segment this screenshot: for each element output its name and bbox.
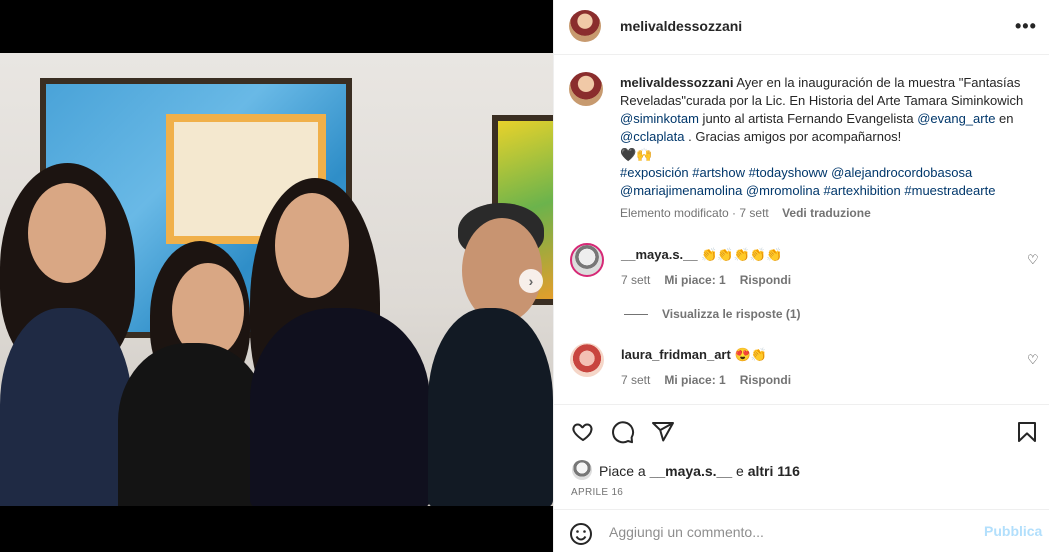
hashtag-link[interactable]: @alejandrocordobasosa (831, 165, 972, 180)
comment-username[interactable]: __maya.s.__ (621, 247, 698, 262)
comment-likes[interactable]: Mi piace: 1 (664, 373, 725, 387)
post-photo[interactable] (0, 53, 553, 506)
comment-1: __maya.s.__ 👏👏👏👏👏 (621, 247, 782, 263)
likes-mid: e (732, 463, 748, 479)
view-replies-label: Visualizza le risposte (1) (662, 307, 801, 321)
mention-link[interactable]: @siminkotam (620, 111, 699, 126)
author-username[interactable]: melivaldessozzani (620, 18, 742, 34)
caption-username[interactable]: melivaldessozzani (620, 75, 733, 90)
media-panel: › (0, 0, 553, 552)
hashtag-link[interactable]: #artexhibition (823, 183, 900, 198)
person-1-face (28, 183, 106, 283)
translate-link[interactable]: Vedi traduzione (782, 206, 871, 220)
hashtag-link[interactable]: #exposición (620, 165, 689, 180)
hashtags: #exposición #artshow #todayshoww @alejan… (620, 165, 995, 198)
emoji-icon[interactable] (569, 522, 595, 548)
chevron-right-icon: › (528, 273, 534, 289)
edited-label: Elemento modificato · 7 sett (620, 206, 769, 220)
likes-user[interactable]: __maya.s.__ (650, 463, 733, 479)
likes-summary[interactable]: Piace a __maya.s.__ e altri 116 (599, 463, 800, 479)
caption-text: junto al artista Fernando Evangelista (698, 111, 918, 126)
hashtag-link[interactable]: @mromolina (746, 183, 820, 198)
likes-prefix: Piace a (599, 463, 650, 479)
comment-like-heart-icon[interactable]: ♡ (1027, 252, 1039, 268)
carousel-next-button[interactable]: › (519, 269, 543, 293)
mention-link[interactable]: @cclaplata (620, 129, 685, 144)
comment-text: 😍👏 (734, 347, 767, 362)
liker-avatar[interactable] (572, 460, 592, 480)
reply-button[interactable]: Rispondi (740, 373, 791, 387)
hashtag-link[interactable]: @mariajimenamolina (620, 183, 742, 198)
caption-text: en (995, 111, 1014, 126)
person-3-face (275, 193, 349, 298)
share-send-icon[interactable] (650, 419, 676, 445)
comment-username[interactable]: laura_fridman_art (621, 347, 731, 362)
caption-meta: Elemento modificato · 7 sett Vedi traduz… (620, 206, 871, 220)
author-avatar[interactable] (569, 10, 601, 42)
comment-likes[interactable]: Mi piace: 1 (664, 273, 725, 287)
post-date[interactable]: APRILE 16 (571, 487, 623, 498)
more-options-icon[interactable]: ••• (1015, 16, 1037, 37)
likes-others[interactable]: altri 116 (748, 463, 800, 479)
mention-link[interactable]: @evang_arte (917, 111, 995, 126)
comment-input[interactable] (609, 521, 969, 543)
caption-avatar[interactable] (569, 72, 603, 106)
person-1 (0, 308, 132, 506)
instagram-post-modal: › melivaldessozzani ••• melivaldessozzan… (0, 0, 1049, 552)
comment-time[interactable]: 7 sett (621, 373, 650, 387)
post-header: melivaldessozzani ••• (554, 0, 1049, 55)
view-replies-button[interactable]: Visualizza le risposte (1) (624, 307, 801, 321)
hashtag-link[interactable]: #artshow (692, 165, 745, 180)
caption-text: . Gracias amigos por acompañarnos! (684, 129, 902, 144)
comment-time[interactable]: 7 sett (621, 273, 650, 287)
post-sidebar: melivaldessozzani ••• melivaldessozzani … (553, 0, 1049, 552)
hashtag-link[interactable]: #muestradearte (904, 183, 995, 198)
post-comment-button[interactable]: Pubblica (984, 523, 1042, 539)
person-2 (118, 343, 268, 506)
comment-like-heart-icon[interactable]: ♡ (1027, 352, 1039, 368)
caption-emoji: 🖤🙌 (620, 147, 653, 162)
post-caption: melivaldessozzani Ayer en la inauguració… (620, 74, 1032, 200)
bookmark-icon[interactable] (1014, 419, 1040, 445)
comment-2-meta: 7 sett Mi piace: 1 Rispondi (621, 373, 791, 387)
person-3 (250, 308, 430, 506)
comment-bubble-icon[interactable] (610, 419, 636, 445)
hashtag-link[interactable]: #todayshoww (749, 165, 828, 180)
comment-text: 👏👏👏👏👏 (701, 247, 783, 262)
reply-button[interactable]: Rispondi (740, 273, 791, 287)
add-comment-bar: Pubblica (554, 509, 1049, 552)
like-heart-icon[interactable] (570, 419, 596, 445)
person-4 (428, 308, 553, 506)
comment-avatar[interactable] (570, 343, 604, 377)
comment-1-meta: 7 sett Mi piace: 1 Rispondi (621, 273, 791, 287)
comment-2: laura_fridman_art 😍👏 (621, 347, 767, 363)
comment-avatar[interactable] (570, 243, 604, 277)
